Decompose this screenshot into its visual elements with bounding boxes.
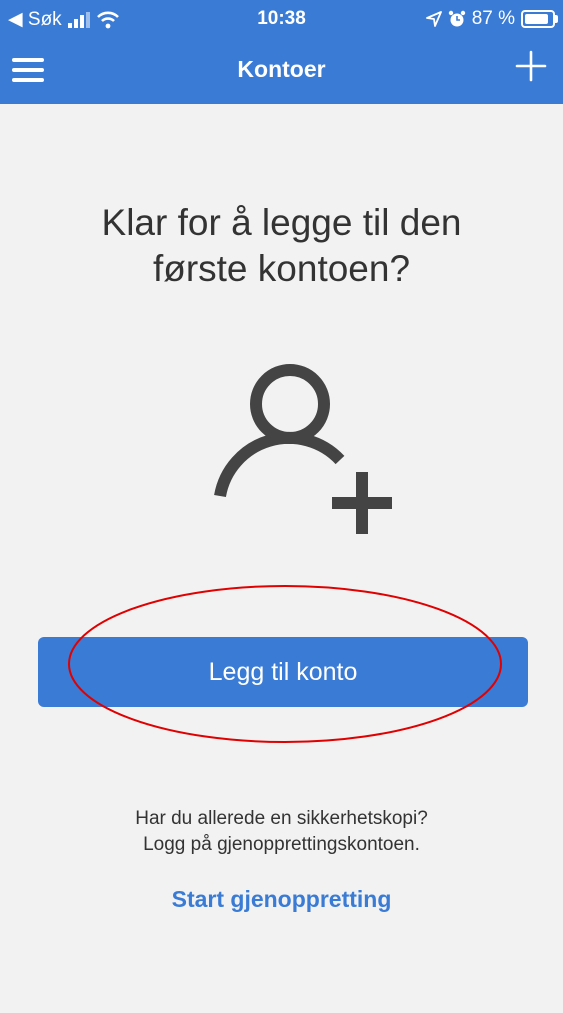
backup-line-2: Logg på gjenopprettingskontoen. — [143, 834, 420, 855]
plus-icon[interactable] — [511, 46, 551, 86]
status-bar: ◀ Søk 10:38 87 % — [0, 0, 563, 36]
battery-percent: 87 % — [471, 8, 515, 29]
empty-state-prompt: Klar for å legge til den første kontoen? — [40, 200, 523, 292]
status-right: 87 % — [425, 8, 558, 30]
user-add-icon — [214, 364, 392, 534]
battery-icon — [521, 10, 558, 28]
backup-info: Har du allerede en sikkerhetskopi? Logg … — [30, 806, 533, 858]
backup-line-1: Har du allerede en sikkerhetskopi? — [135, 808, 428, 829]
navbar: Kontoer — [0, 36, 563, 104]
prompt-line-2: første kontoen? — [152, 248, 411, 289]
alarm-icon — [448, 10, 465, 27]
start-restore-link[interactable]: Start gjenoppretting — [30, 886, 533, 913]
page-title: Kontoer — [237, 56, 326, 82]
location-arrow-icon — [425, 11, 442, 27]
prompt-line-1: Klar for å legge til den — [101, 202, 462, 243]
app-header: ◀ Søk 10:38 87 % Kontoer — [0, 0, 563, 104]
add-account-button[interactable]: Legg til konto — [38, 637, 528, 707]
